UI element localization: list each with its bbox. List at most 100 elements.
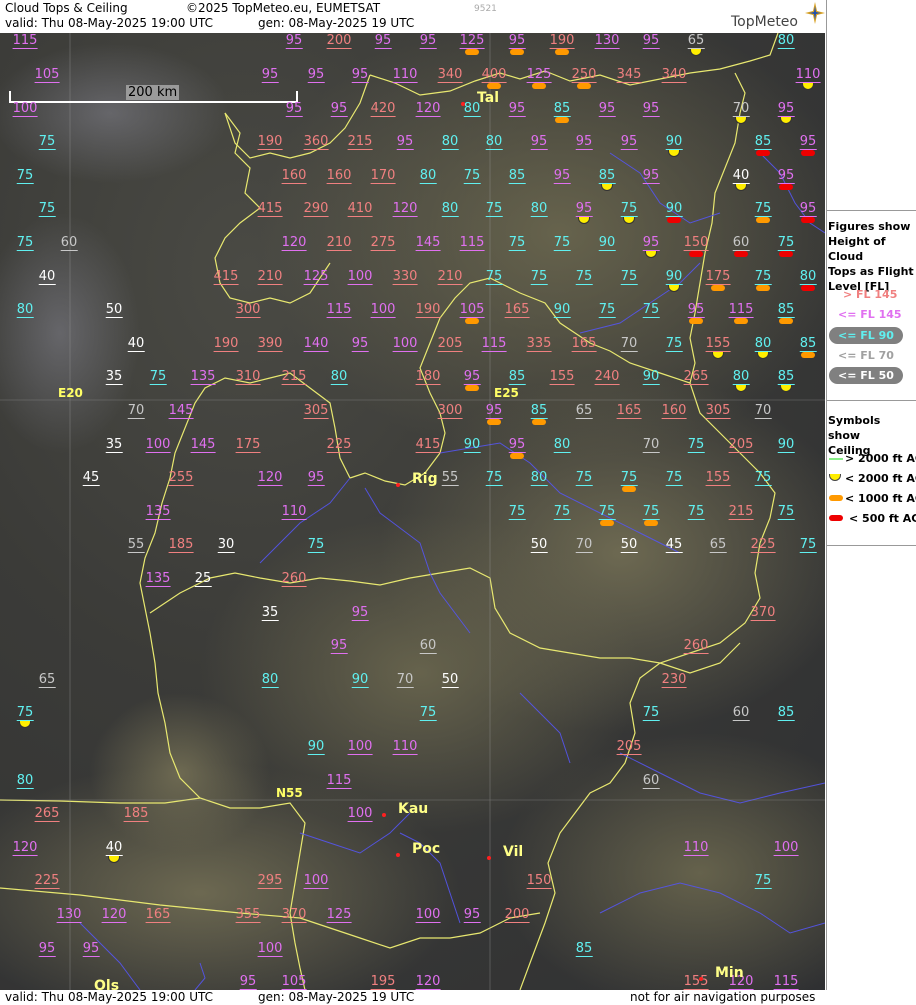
- cloud-top-value: 35: [105, 437, 123, 453]
- cloud-top-value: 45: [665, 537, 683, 553]
- ceiling-lt1000-icon: [644, 520, 658, 526]
- cloud-top-value: 95: [799, 134, 817, 150]
- cloud-top-value: 95: [777, 101, 795, 117]
- cloud-top-value: 170: [370, 168, 396, 184]
- cloud-top-value: 225: [750, 537, 776, 553]
- grid-coordinate-label: E20: [58, 386, 83, 400]
- cloud-top-value: 95: [351, 336, 369, 352]
- cloud-top-value: 210: [257, 269, 283, 285]
- cloud-top-value: 95: [575, 201, 593, 217]
- cloud-top-value: 95: [82, 941, 100, 957]
- cloud-top-value: 90: [665, 201, 683, 217]
- cloud-top-value: 95: [687, 302, 705, 318]
- cloud-top-value: 75: [665, 470, 683, 486]
- cloud-top-value: 120: [415, 974, 441, 990]
- cloud-top-value: 95: [508, 33, 526, 49]
- cloud-top-value: 65: [709, 537, 727, 553]
- grid-coordinate-label: N55: [276, 786, 303, 800]
- cloud-top-value: 70: [396, 672, 414, 688]
- cloud-top-value: 60: [60, 235, 78, 251]
- cloud-top-value: 290: [303, 201, 329, 217]
- cloud-top-value: 255: [168, 470, 194, 486]
- cloud-top-value: 75: [16, 705, 34, 721]
- cloud-top-value: 370: [281, 907, 307, 923]
- cloud-top-value: 210: [437, 269, 463, 285]
- cloud-top-value: 95: [553, 168, 571, 184]
- cloud-top-value: 120: [281, 235, 307, 251]
- cloud-top-value: 215: [728, 504, 754, 520]
- cloud-top-value: 90: [553, 302, 571, 318]
- cloud-top-value: 340: [437, 67, 463, 83]
- cloud-top-value: 90: [665, 269, 683, 285]
- cloud-top-value: 55: [441, 470, 459, 486]
- cloud-top-value: 65: [575, 403, 593, 419]
- ceiling-lt1000-icon: [622, 486, 636, 492]
- cloud-top-value: 225: [34, 873, 60, 889]
- cloud-top-value: 205: [728, 437, 754, 453]
- cloud-top-value: 40: [732, 168, 750, 184]
- cloud-top-value: 265: [34, 806, 60, 822]
- cloud-top-value: 75: [485, 470, 503, 486]
- cloud-top-value: 35: [261, 605, 279, 621]
- cloud-top-value: 205: [616, 739, 642, 755]
- cloud-top-value: 155: [705, 470, 731, 486]
- cloud-top-value: 150: [526, 873, 552, 889]
- cloud-top-value: 215: [281, 369, 307, 385]
- cloud-top-value: 165: [504, 302, 530, 318]
- cloud-top-value: 75: [620, 201, 638, 217]
- cloud-top-value: 85: [530, 403, 548, 419]
- cloud-top-value: 165: [571, 336, 597, 352]
- cloud-top-value: 100: [12, 101, 38, 117]
- legend-panel: Figures show Height of Cloud Tops as Fli…: [826, 0, 916, 990]
- cloud-top-value: 95: [396, 134, 414, 150]
- ceiling-red-icon: [829, 515, 843, 521]
- cloud-top-value: 95: [777, 168, 795, 184]
- cloud-top-value: 95: [642, 168, 660, 184]
- cloud-top-value: 40: [38, 269, 56, 285]
- legend-fl-le145: <= FL 145: [838, 308, 902, 321]
- cloud-top-value: 80: [530, 201, 548, 217]
- cloud-top-value: 60: [732, 235, 750, 251]
- city-label: Min: [715, 965, 744, 981]
- ceiling-lt1000-icon: [532, 419, 546, 425]
- footer-disclaimer: not for air navigation purposes: [630, 990, 816, 1004]
- cloud-top-value: 160: [661, 403, 687, 419]
- cloud-top-value: 80: [441, 134, 459, 150]
- city-label: Rig: [412, 471, 438, 487]
- cloud-top-value: 70: [575, 537, 593, 553]
- header: Cloud Tops & Ceiling ©2025 TopMeteo.eu, …: [0, 0, 826, 32]
- cloud-top-value: 105: [459, 302, 485, 318]
- cloud-top-value: 130: [594, 33, 620, 49]
- cloud-top-value: 25: [194, 571, 212, 587]
- cloud-top-value: 125: [303, 269, 329, 285]
- cloud-top-value: 135: [145, 504, 171, 520]
- cloud-top-value: 95: [307, 470, 325, 486]
- grid-coordinate-label: E25: [494, 386, 519, 400]
- cloud-top-value: 125: [526, 67, 552, 83]
- cloud-top-value: 165: [616, 403, 642, 419]
- image-id: 9521: [474, 4, 497, 14]
- valid-time: valid: Thu 08-May-2025 19:00 UTC: [5, 16, 214, 30]
- cloud-top-value: 75: [665, 336, 683, 352]
- cloud-top-value: 95: [598, 101, 616, 117]
- cloud-top-value: 310: [235, 369, 261, 385]
- legend-fl-le50: <= FL 50: [838, 369, 894, 382]
- ceiling-lt500-icon: [734, 251, 748, 257]
- gen-time: gen: 08-May-2025 19 UTC: [258, 16, 415, 30]
- cloud-top-value: 75: [553, 235, 571, 251]
- cloud-top-value: 100: [347, 806, 373, 822]
- cloud-top-value: 80: [777, 33, 795, 49]
- cloud-top-value: 75: [799, 537, 817, 553]
- topmeteo-logo[interactable]: TopMeteo: [731, 14, 798, 30]
- cloud-top-value: 95: [799, 201, 817, 217]
- legend-fl-gt145: > FL 145: [843, 288, 898, 301]
- ceiling-lt500-icon: [801, 285, 815, 291]
- map-area[interactable]: 200 km 115 95 200 95 95 125 95 190 130 95 65 80 105 9…: [0, 33, 825, 990]
- ceiling-lt1000-icon: [532, 83, 546, 89]
- ceiling-lt1000-icon: [756, 217, 770, 223]
- cloud-top-value: 80: [485, 134, 503, 150]
- cloud-top-value: 100: [303, 873, 329, 889]
- cloud-top-value: 40: [127, 336, 145, 352]
- cloud-top-value: 305: [705, 403, 731, 419]
- cloud-top-value: 335: [526, 336, 552, 352]
